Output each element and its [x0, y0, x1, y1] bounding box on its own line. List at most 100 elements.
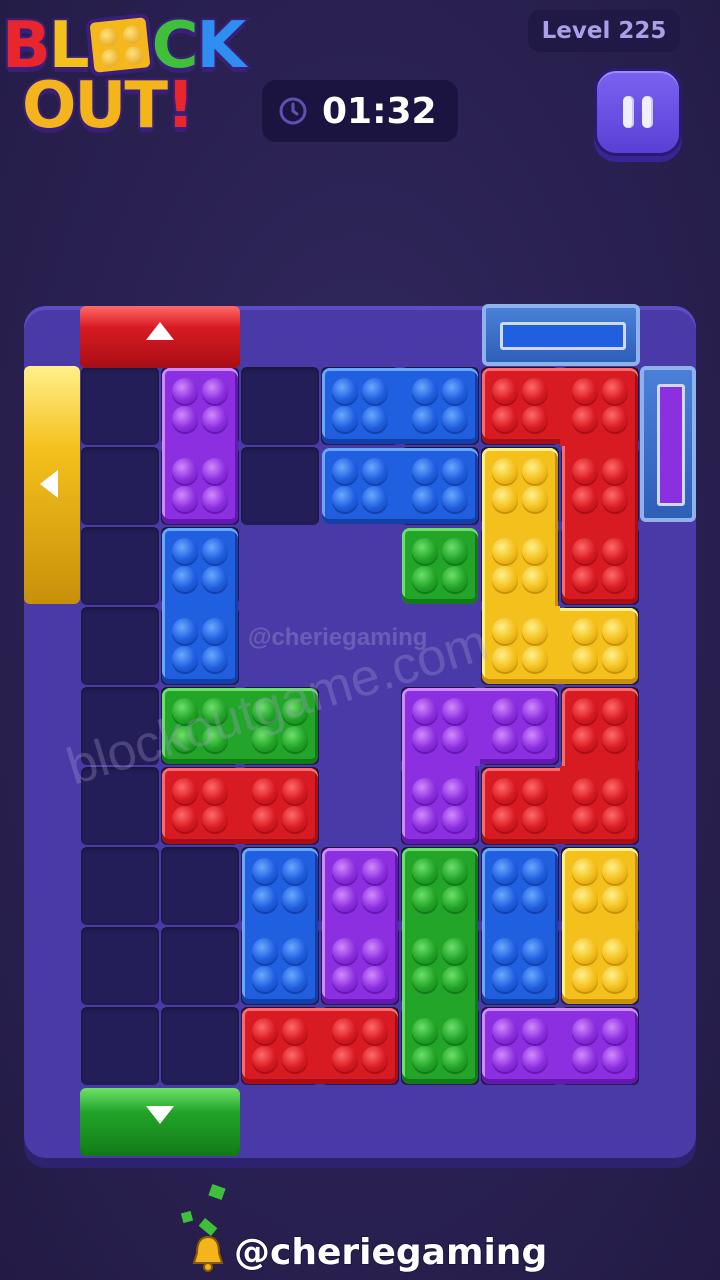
gate-top-blue-locked — [482, 304, 640, 366]
lego-stud — [492, 566, 518, 592]
lego-stud — [282, 778, 308, 804]
lego-stud — [572, 646, 598, 672]
pause-button[interactable] — [594, 68, 682, 156]
lego-stud — [172, 566, 198, 592]
block-cell — [482, 448, 558, 526]
lego-stud — [362, 886, 388, 912]
level-indicator: Level 225 — [528, 10, 680, 52]
lego-stud — [572, 698, 598, 724]
lego-stud — [602, 406, 628, 432]
lego-stud — [522, 406, 548, 432]
board-cell — [81, 847, 159, 925]
lego-stud — [492, 538, 518, 564]
lego-stud — [282, 966, 308, 992]
lego-stud — [492, 698, 518, 724]
lego-stud — [602, 1046, 628, 1072]
lego-stud — [602, 566, 628, 592]
lego-stud — [572, 458, 598, 484]
lego-stud — [412, 726, 438, 752]
block-cell — [402, 1006, 478, 1084]
lego-stud — [202, 618, 228, 644]
lego-stud — [172, 806, 198, 832]
lego-stud — [522, 1018, 548, 1044]
lego-stud — [362, 966, 388, 992]
lego-stud — [172, 646, 198, 672]
block-cell — [480, 688, 558, 764]
lego-stud — [602, 726, 628, 752]
lego-stud — [252, 1046, 278, 1072]
timer-value: 01:32 — [322, 90, 437, 132]
lego-stud — [522, 458, 548, 484]
lego-stud — [202, 406, 228, 432]
block-cell — [482, 368, 560, 444]
lego-stud — [442, 726, 468, 752]
lego-stud — [522, 538, 548, 564]
arrow-down-icon — [146, 1106, 174, 1124]
lego-stud — [282, 1018, 308, 1044]
lego-stud — [412, 858, 438, 884]
lego-stud — [252, 1018, 278, 1044]
lego-stud — [602, 698, 628, 724]
lego-stud — [442, 1018, 468, 1044]
lego-stud — [492, 1018, 518, 1044]
creator-credit: @cheriegaming — [190, 1231, 548, 1274]
block-cell — [162, 368, 238, 446]
lego-stud — [492, 726, 518, 752]
lego-stud — [492, 806, 518, 832]
lego-stud — [492, 486, 518, 512]
lego-stud — [492, 938, 518, 964]
board-cell — [81, 527, 159, 605]
gate-bottom-green — [80, 1088, 240, 1156]
lego-stud — [522, 858, 548, 884]
lego-stud — [442, 698, 468, 724]
block-cell — [402, 848, 478, 926]
lego-stud — [282, 886, 308, 912]
lego-stud — [572, 966, 598, 992]
block-cell — [320, 1008, 398, 1084]
lego-stud — [572, 938, 598, 964]
lego-stud — [442, 778, 468, 804]
lego-stud — [602, 458, 628, 484]
block-cell — [400, 368, 478, 444]
lego-stud — [252, 858, 278, 884]
lego-stud — [442, 566, 468, 592]
block-cell — [322, 926, 398, 1004]
lego-stud — [412, 458, 438, 484]
lego-stud — [202, 566, 228, 592]
board-cell — [161, 927, 239, 1005]
lego-stud — [572, 1018, 598, 1044]
lego-stud — [412, 938, 438, 964]
board-cell — [241, 367, 319, 445]
block-cell — [562, 926, 638, 1004]
board-cell — [81, 607, 159, 685]
board-cell — [161, 1007, 239, 1085]
block-cell — [560, 368, 638, 446]
block-cell — [560, 1008, 638, 1084]
lego-stud — [572, 858, 598, 884]
pause-icon — [623, 96, 634, 128]
lego-stud — [282, 1046, 308, 1072]
gate-right-purple-locked — [640, 366, 696, 522]
lego-stud — [362, 858, 388, 884]
lego-stud — [412, 698, 438, 724]
lego-stud — [602, 966, 628, 992]
lego-stud — [252, 886, 278, 912]
block-cell — [402, 688, 480, 766]
lego-stud — [492, 378, 518, 404]
lego-stud — [332, 406, 358, 432]
gate-top-red — [80, 306, 240, 368]
board-cell — [81, 927, 159, 1005]
logo-letter-o: O — [20, 69, 78, 143]
lego-stud — [282, 858, 308, 884]
lego-stud — [572, 1046, 598, 1072]
lego-stud — [602, 646, 628, 672]
lego-stud — [412, 538, 438, 564]
lego-stud — [412, 486, 438, 512]
block-cell — [482, 926, 558, 1004]
board-cell — [161, 847, 239, 925]
block-cell — [162, 528, 238, 606]
lego-stud — [602, 538, 628, 564]
board-cell — [241, 447, 319, 525]
lego-stud — [602, 886, 628, 912]
lego-stud — [202, 646, 228, 672]
